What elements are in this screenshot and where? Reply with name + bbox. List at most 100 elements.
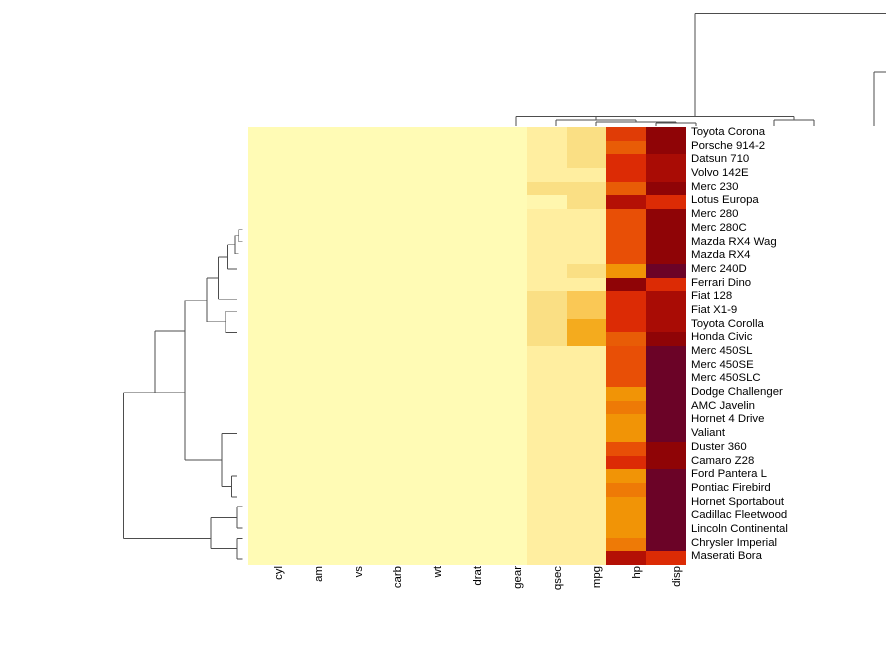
row-label: Toyota Corona [691, 126, 766, 138]
row-label: Hornet 4 Drive [691, 413, 765, 426]
heatmap-cell [526, 277, 567, 292]
heatmap-cell [287, 181, 328, 196]
heatmap-cell [407, 455, 448, 470]
heatmap-cell [407, 209, 448, 223]
row-label: Toyota Corolla [691, 317, 764, 330]
heatmap-cell [606, 428, 647, 442]
heatmap-cell [248, 304, 288, 319]
heatmap-cell [407, 168, 448, 182]
heatmap-cell [646, 318, 686, 333]
heatmap-cell [248, 551, 288, 565]
heatmap-cell [248, 127, 288, 141]
heatmap-cell [646, 332, 686, 346]
heatmap-cell [447, 318, 487, 333]
heatmap-cell [447, 441, 487, 456]
heatmap-cell [566, 195, 607, 210]
heatmap-cell [367, 222, 408, 237]
heatmap-cell [407, 469, 448, 483]
column-label-axis: cyl am vs carb wt drat gear qsec mpg hp disp [248, 566, 686, 636]
heatmap-cell [287, 400, 328, 415]
heatmap-cell [606, 222, 647, 237]
heatmap-cell [566, 414, 607, 429]
row-label: Merc 450SL [691, 345, 753, 357]
heatmap-cell [447, 428, 487, 442]
heatmap-cell [327, 551, 368, 565]
heatmap-cell [606, 291, 647, 305]
heatmap-cell [327, 400, 368, 415]
row-label: Camaro Z28 [691, 454, 755, 467]
heatmap-cell [646, 291, 686, 305]
heatmap-cell [327, 263, 368, 278]
heatmap-cell [407, 277, 448, 292]
heatmap-cell [486, 387, 527, 401]
heatmap-cell [447, 181, 487, 196]
column-label: cyl [272, 566, 285, 580]
heatmap-cell [248, 168, 288, 182]
heatmap-cell [407, 318, 448, 333]
heatmap-cell [287, 263, 328, 278]
heatmap-cell [287, 154, 328, 169]
heatmap-cell [407, 250, 448, 264]
heatmap-cell [447, 510, 487, 524]
heatmap-cell [407, 428, 448, 442]
heatmap-cell [287, 291, 328, 305]
row-label: Ferrari Dino [691, 276, 752, 289]
heatmap-cell [407, 510, 448, 524]
heatmap-cell [367, 140, 408, 155]
heatmap-cell [606, 154, 647, 169]
heatmap-cell [486, 209, 527, 223]
heatmap-cell [248, 455, 288, 470]
heatmap-cell [566, 277, 607, 292]
heatmap-cell [486, 510, 527, 524]
heatmap-cell [566, 441, 607, 456]
heatmap-cell [606, 236, 647, 251]
heatmap-cell [447, 537, 487, 552]
heatmap-cell [486, 154, 527, 169]
heatmap-cell [566, 154, 607, 169]
heatmap-cell [407, 263, 448, 278]
heatmap-cell [486, 318, 527, 333]
heatmap-cell [606, 400, 647, 415]
heatmap-cell [526, 551, 567, 565]
heatmap-cell [327, 387, 368, 401]
heatmap-cell [606, 209, 647, 223]
heatmap-cell [248, 181, 288, 196]
heatmap-cell [486, 346, 527, 360]
heatmap-cell [526, 469, 567, 483]
heatmap-cell [407, 523, 448, 538]
heatmap-cell [447, 414, 487, 429]
heatmap-cell [407, 496, 448, 511]
heatmap-cell [606, 510, 647, 524]
heatmap-cell [646, 400, 686, 415]
heatmap-cell [566, 168, 607, 182]
heatmap-cell [407, 537, 448, 552]
heatmap-cell [248, 523, 288, 538]
heatmap-cell [367, 414, 408, 429]
heatmap-cell [367, 195, 408, 210]
heatmap-cell [327, 304, 368, 319]
heatmap-cell [606, 414, 647, 429]
heatmap-cell [248, 277, 288, 292]
heatmap-cell [287, 236, 328, 251]
row-label: Porsche 914-2 [691, 139, 766, 152]
heatmap-cell [248, 441, 288, 456]
heatmap-cell [646, 140, 686, 155]
heatmap-cell [526, 482, 567, 497]
heatmap-cells [248, 127, 686, 565]
heatmap-cell [407, 304, 448, 319]
column-label: wt [432, 566, 445, 578]
heatmap-cell [447, 496, 487, 511]
row-label: Merc 240D [691, 262, 747, 275]
heatmap-cell [447, 127, 487, 141]
heatmap-cell [367, 441, 408, 456]
row-label-axis: Toyota Corona Porsche 914-2 Datsun 710 Volv… [691, 126, 881, 565]
heatmap-cell [606, 482, 647, 497]
heatmap-cell [566, 469, 607, 483]
heatmap-cell [447, 551, 487, 565]
heatmap-cell [367, 277, 408, 292]
heatmap-cell [287, 250, 328, 264]
heatmap-cell [606, 373, 647, 388]
heatmap-cell [486, 359, 527, 374]
heatmap-cell [287, 414, 328, 429]
heatmap-cell [606, 304, 647, 319]
